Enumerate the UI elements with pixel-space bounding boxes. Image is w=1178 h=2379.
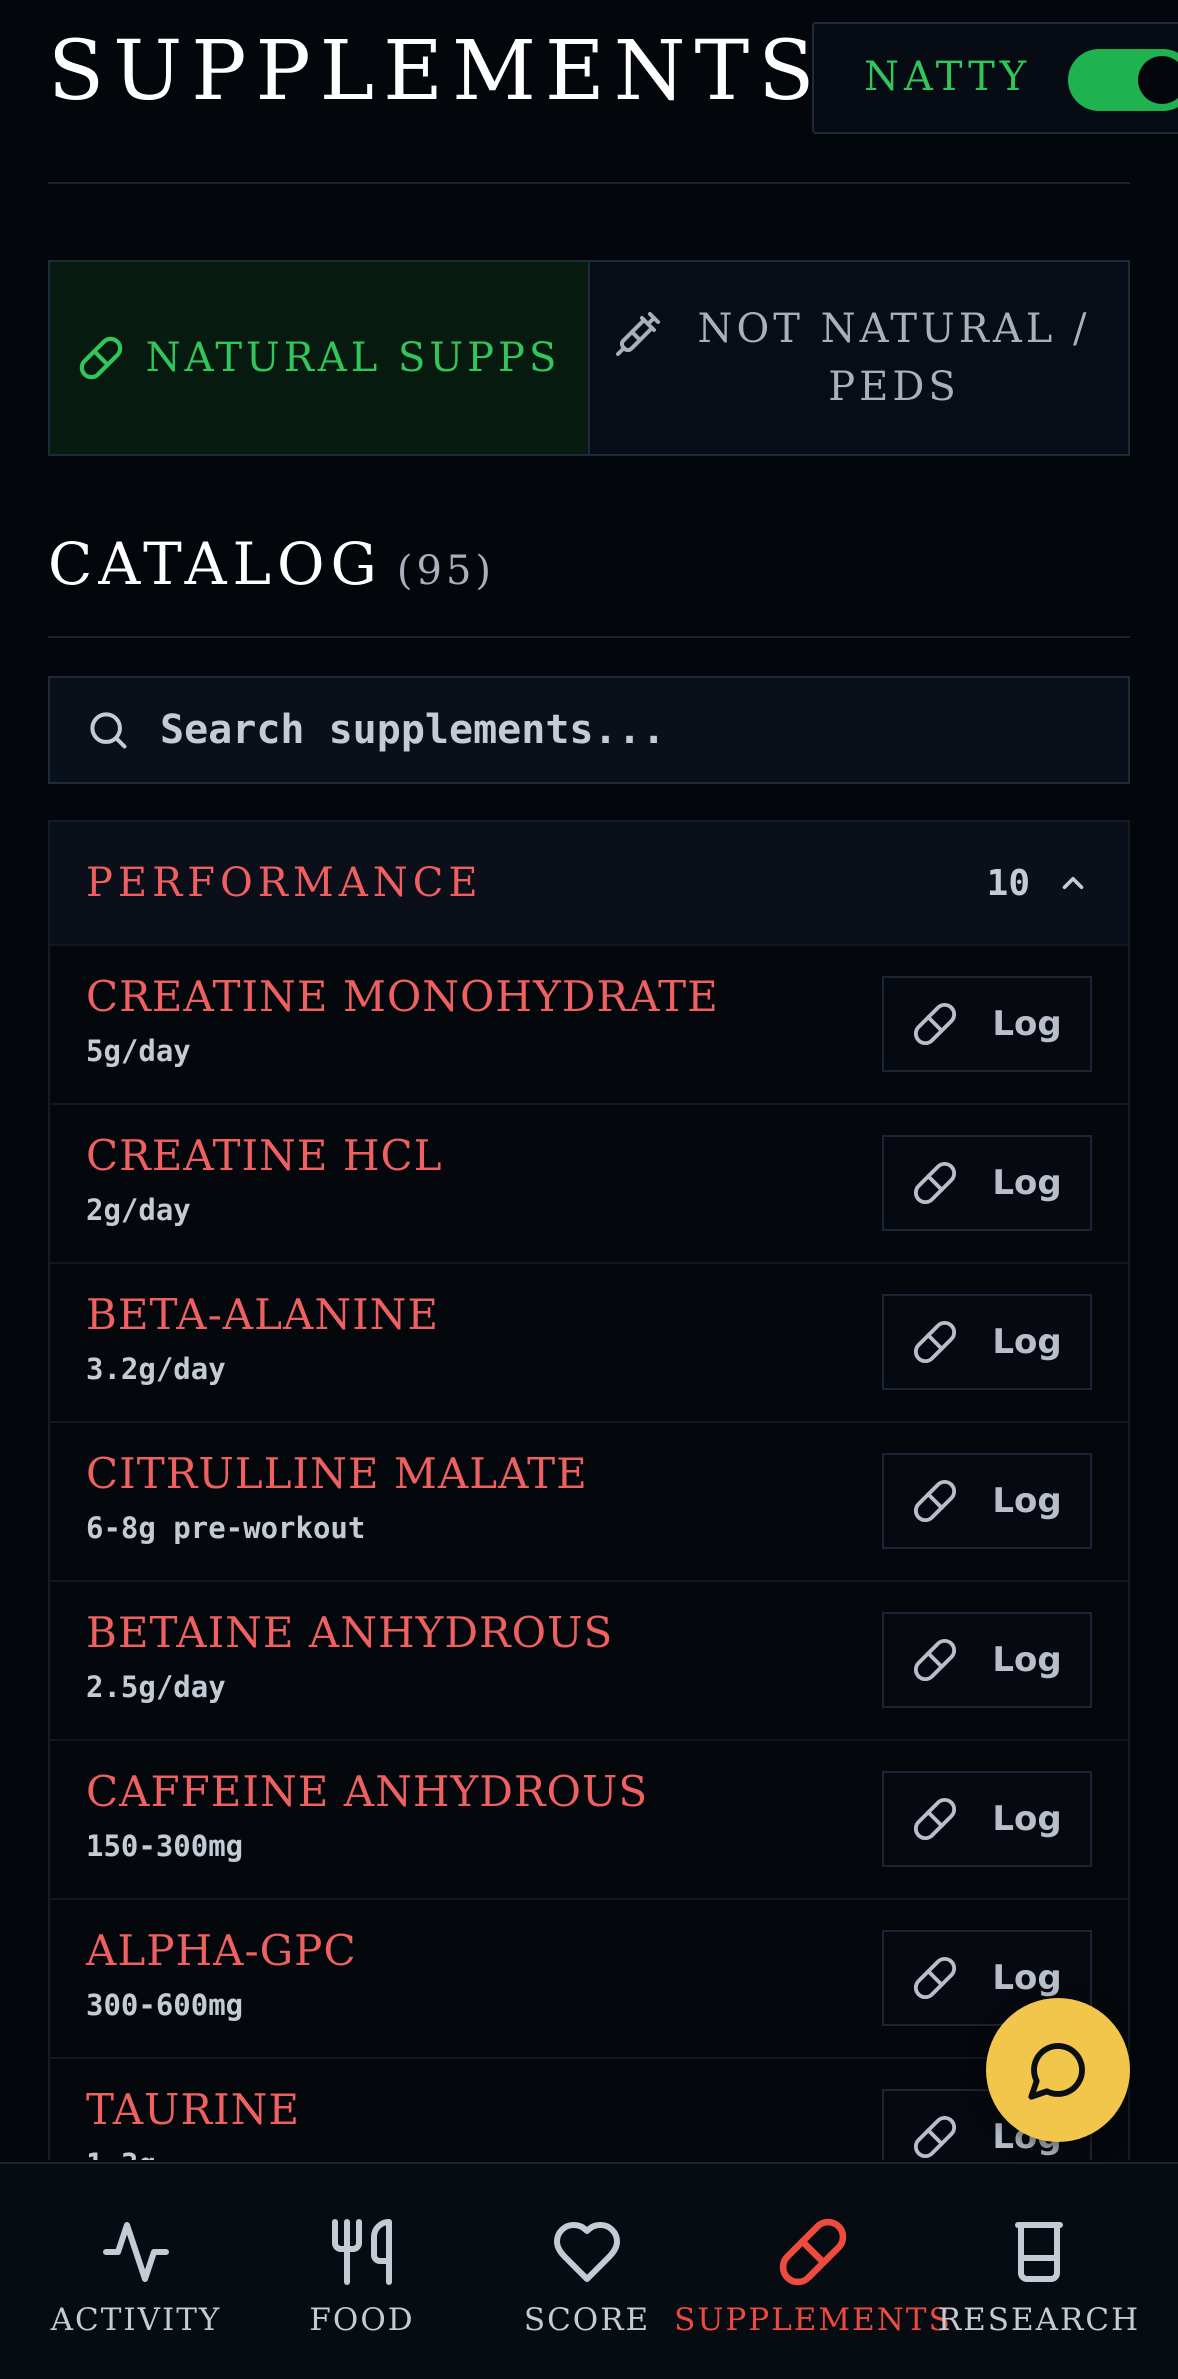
search-icon [90, 712, 127, 749]
category-performance: PERFORMANCE 10 CREATINE MONOHYDRATE 5g/d… [48, 820, 1130, 2160]
category-meta: 10 [987, 863, 1090, 904]
supplement-name: BETA-ALANINE [86, 1290, 440, 1339]
natty-toggle[interactable] [1068, 49, 1178, 111]
list-item: CREATINE MONOHYDRATE 5g/day Log [50, 944, 1128, 1103]
log-label: Log [992, 1322, 1062, 1362]
category-count: 10 [986, 862, 1030, 904]
log-button[interactable]: Log [882, 1135, 1092, 1231]
bottom-nav: ACTIVITY FOOD SCORE SUPPLEMENTS RESEARCH [0, 2162, 1178, 2379]
supplement-type-tabs: NATURAL SUPPS NOT NATURAL / PEDS [48, 260, 1130, 456]
chat-bubble-icon [1028, 2043, 1085, 2100]
log-button[interactable]: Log [882, 1453, 1092, 1549]
log-button[interactable]: Log [882, 1771, 1092, 1867]
catalog-count: (95) [396, 548, 495, 594]
catalog-title: CATALOG [48, 530, 383, 598]
search-bar [48, 676, 1130, 784]
list-item: ALPHA-GPC 300-600mg Log [50, 1898, 1128, 2057]
list-item: CITRULLINE MALATE 6-8g pre-workout Log [50, 1421, 1128, 1580]
category-header[interactable]: PERFORMANCE 10 [50, 822, 1128, 944]
nav-label: RESEARCH [937, 2302, 1141, 2338]
tab-not-natural-peds[interactable]: NOT NATURAL / PEDS [590, 262, 1128, 454]
tab-natural-supps[interactable]: NATURAL SUPPS [50, 262, 590, 454]
supplement-name: CITRULLINE MALATE [86, 1449, 588, 1498]
syringe-icon [616, 312, 660, 356]
nav-item-activity[interactable]: ACTIVITY [21, 2164, 251, 2379]
header-divider [48, 182, 1130, 184]
nav-item-research[interactable]: RESEARCH [924, 2164, 1154, 2379]
catalog-divider [48, 636, 1130, 638]
nav-label: SUPPLEMENTS [674, 2302, 952, 2338]
log-button[interactable]: Log [882, 1612, 1092, 1708]
nav-label: FOOD [309, 2302, 415, 2338]
pill-icon [914, 1479, 957, 1523]
chat-button[interactable] [986, 1998, 1130, 2142]
supplement-dose: 5g/day [86, 1034, 191, 1068]
supplement-name: CREATINE HCL [86, 1131, 443, 1180]
nav-item-supplements[interactable]: SUPPLEMENTS [674, 2164, 950, 2379]
nav-item-food[interactable]: FOOD [247, 2164, 477, 2379]
list-item: CAFFEINE ANHYDROUS 150-300mg Log [50, 1739, 1128, 1898]
pill-icon [914, 1797, 957, 1841]
beaker-icon [1015, 2222, 1063, 2282]
pill-icon [779, 2218, 847, 2286]
supplement-dose: 2g/day [86, 1193, 191, 1227]
log-button[interactable]: Log [882, 976, 1092, 1072]
search-input[interactable] [160, 707, 1060, 753]
log-label: Log [992, 1640, 1062, 1680]
pill-icon [914, 1161, 957, 1205]
nav-label: ACTIVITY [50, 2302, 222, 2338]
log-label: Log [992, 1004, 1062, 1044]
list-item: BETA-ALANINE 3.2g/day Log [50, 1262, 1128, 1421]
nav-item-score[interactable]: SCORE [472, 2164, 702, 2379]
chevron-up-icon[interactable] [1056, 866, 1090, 900]
tab-label: NOT NATURAL / PEDS [697, 306, 1091, 410]
supplement-dose: 300-600mg [86, 1988, 244, 2022]
list-item: TAURINE 1-3g Log [50, 2057, 1128, 2160]
log-label: Log [992, 1481, 1062, 1521]
supplement-name: CAFFEINE ANHYDROUS [86, 1767, 649, 1816]
category-name: PERFORMANCE [86, 860, 483, 906]
pill-icon [914, 1320, 957, 1364]
log-label: Log [992, 1958, 1062, 1998]
heart-icon [554, 2222, 620, 2282]
supplement-dose: 3.2g/day [86, 1352, 226, 1386]
header: SUPPLEMENTS NATTY [0, 0, 1178, 184]
supplement-dose: 150-300mg [86, 1829, 244, 1863]
supplement-name: TAURINE [86, 2085, 301, 2134]
activity-icon [103, 2222, 169, 2282]
log-label: Log [992, 1163, 1062, 1203]
pill-icon [914, 1956, 957, 2000]
list-item: BETAINE ANHYDROUS 2.5g/day Log [50, 1580, 1128, 1739]
pill-icon [914, 1002, 957, 1046]
pill-icon [914, 1638, 957, 1682]
pill-icon [79, 336, 122, 380]
utensils-icon [332, 2219, 392, 2285]
supplement-name: ALPHA-GPC [86, 1926, 357, 1975]
log-label: Log [992, 1799, 1062, 1839]
supplement-dose: 1-3g [86, 2147, 156, 2160]
catalog-heading: CATALOG (95) [48, 530, 495, 598]
nav-label: SCORE [523, 2302, 651, 2338]
natty-mode-switch[interactable]: NATTY [812, 22, 1178, 134]
pill-icon [914, 2115, 957, 2159]
supplement-name: BETAINE ANHYDROUS [86, 1608, 614, 1657]
toggle-knob [1138, 56, 1178, 104]
list-item: CREATINE HCL 2g/day Log [50, 1103, 1128, 1262]
natty-mode-label: NATTY [864, 54, 1032, 100]
supplement-name: CREATINE MONOHYDRATE [86, 972, 719, 1021]
log-button[interactable]: Log [882, 1294, 1092, 1390]
page-title: SUPPLEMENTS [48, 24, 824, 119]
tab-label: NATURAL SUPPS [145, 335, 561, 381]
supplement-dose: 2.5g/day [86, 1670, 226, 1704]
supplement-dose: 6-8g pre-workout [86, 1511, 366, 1545]
